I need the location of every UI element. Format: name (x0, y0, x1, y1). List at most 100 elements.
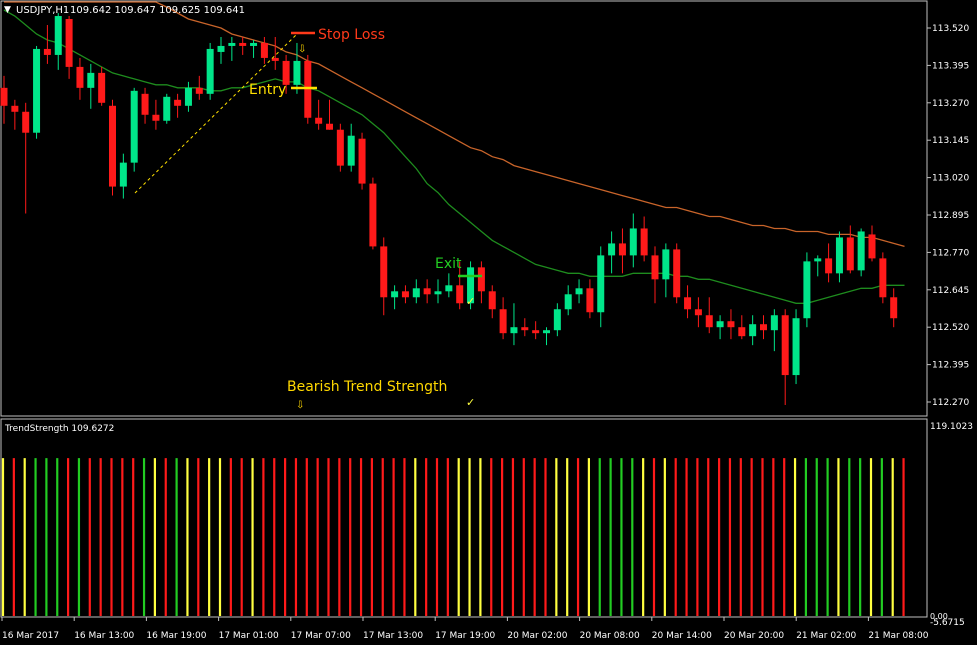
candle[interactable] (792, 309, 800, 385)
candle[interactable] (119, 153, 127, 199)
candle[interactable] (391, 285, 399, 310)
candle[interactable] (597, 246, 605, 328)
x-tick-label: 20 Mar 14:00 (652, 631, 712, 641)
chart-canvas[interactable]: 113.520 113.395 113.270 113.145 113.020 112.8… (0, 0, 977, 645)
candle[interactable] (445, 273, 453, 298)
candle-body (543, 330, 550, 334)
candle-body (228, 42, 236, 46)
candle[interactable] (673, 243, 681, 304)
candle[interactable] (380, 237, 388, 316)
candle[interactable] (694, 297, 702, 328)
candle[interactable] (250, 39, 258, 58)
candle[interactable] (130, 87, 138, 172)
candle[interactable] (716, 315, 724, 340)
x-tick-label: 20 Mar 20:00 (724, 631, 784, 641)
candle-body (434, 291, 442, 295)
candle[interactable] (749, 315, 757, 346)
candle[interactable] (825, 243, 833, 283)
candle[interactable] (760, 315, 767, 340)
candle[interactable] (738, 315, 746, 340)
y-tick-label: 112.270 (932, 398, 969, 408)
candle[interactable] (868, 225, 876, 262)
candle[interactable] (890, 288, 898, 328)
candle-body (43, 48, 51, 55)
candle[interactable] (98, 66, 106, 106)
candle[interactable] (11, 99, 19, 130)
candle[interactable] (857, 228, 865, 277)
trend-line[interactable] (134, 34, 297, 194)
candle[interactable] (0, 75, 8, 124)
candle[interactable] (803, 252, 811, 328)
candle[interactable] (304, 54, 312, 124)
candle[interactable] (608, 231, 616, 274)
candle[interactable] (423, 279, 431, 304)
candle[interactable] (87, 63, 95, 109)
candle[interactable] (184, 81, 192, 112)
x-tick-label: 21 Mar 08:00 (868, 631, 928, 641)
candle-body (781, 315, 789, 376)
candle[interactable] (846, 225, 854, 274)
candle[interactable] (564, 285, 572, 316)
candle[interactable] (412, 279, 420, 304)
candle[interactable] (315, 99, 323, 130)
candle[interactable] (163, 93, 171, 124)
candle-body (770, 315, 778, 331)
candle[interactable] (586, 279, 594, 319)
candle[interactable] (228, 36, 236, 61)
candle[interactable] (814, 255, 822, 277)
candle[interactable] (499, 297, 507, 340)
candle[interactable] (65, 16, 73, 79)
candle[interactable] (76, 57, 84, 100)
candle[interactable] (434, 279, 442, 304)
candle[interactable] (326, 99, 333, 130)
candle[interactable] (553, 303, 561, 337)
candle[interactable] (705, 297, 713, 334)
indicator-panel[interactable] (0, 418, 928, 618)
candle[interactable] (33, 45, 41, 139)
candle[interactable] (260, 36, 268, 64)
candle[interactable] (618, 228, 626, 274)
candle[interactable] (239, 36, 247, 55)
candle[interactable] (543, 327, 550, 346)
candle-body (391, 291, 399, 298)
candle[interactable] (510, 303, 518, 346)
candle-body (174, 99, 182, 106)
candle[interactable] (488, 285, 496, 319)
candle[interactable] (347, 123, 355, 172)
candle-body (109, 105, 116, 187)
window-menu-icon[interactable]: ▼ (4, 5, 11, 15)
candle[interactable] (358, 132, 366, 190)
candle[interactable] (369, 177, 377, 250)
candle[interactable] (532, 321, 540, 340)
candle[interactable] (835, 231, 843, 283)
candle[interactable] (217, 36, 225, 64)
candle[interactable] (521, 318, 529, 337)
candle-body (358, 138, 366, 184)
candle[interactable] (174, 93, 182, 118)
candle[interactable] (206, 42, 214, 100)
candle[interactable] (152, 99, 160, 130)
candle[interactable] (401, 285, 409, 304)
candle-body (336, 129, 344, 166)
candle[interactable] (770, 309, 778, 352)
candle[interactable] (879, 252, 887, 304)
candle[interactable] (727, 309, 735, 340)
candle[interactable] (684, 285, 692, 319)
candle[interactable] (43, 25, 51, 64)
candle[interactable] (141, 87, 149, 124)
candle[interactable] (651, 246, 659, 304)
candle-body (749, 324, 757, 337)
candle[interactable] (781, 309, 789, 405)
candle[interactable] (109, 99, 116, 196)
candle[interactable] (22, 102, 30, 214)
candle[interactable] (629, 213, 637, 268)
candle[interactable] (195, 75, 203, 100)
candle[interactable] (662, 243, 670, 298)
candle-body (163, 96, 171, 121)
candle-body (423, 288, 431, 295)
candle[interactable] (575, 279, 583, 304)
candle[interactable] (54, 13, 62, 70)
candle[interactable] (336, 123, 344, 172)
candle[interactable] (477, 261, 485, 304)
candle[interactable] (640, 216, 648, 262)
